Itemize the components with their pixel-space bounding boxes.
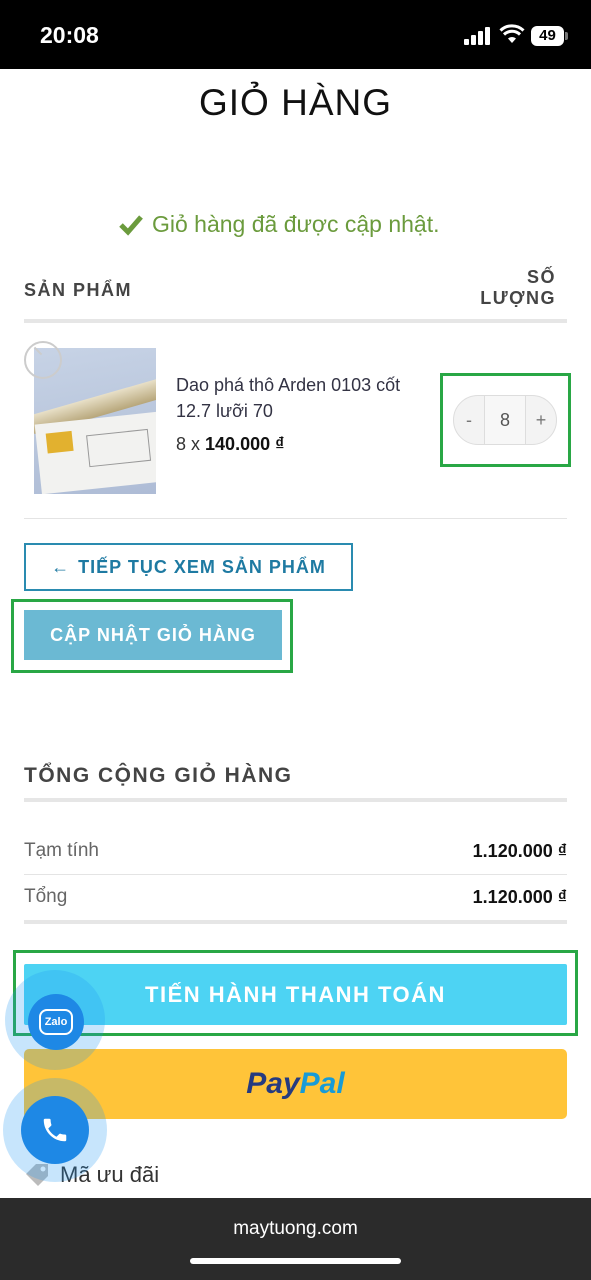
phone-icon [43,1118,67,1142]
column-header-quantity-line2: LƯỢNG [480,288,556,308]
cart-updated-notice: Giỏ hàng đã được cập nhật. [118,211,440,238]
paypal-logo-part1: Pay [246,1067,300,1100]
total-divider [24,920,567,924]
column-header-quantity: SỐ LƯỢNG [436,267,556,309]
address-bar-url[interactable]: maytuong.com [0,1218,591,1240]
check-icon [119,214,143,236]
product-price: 8 x 140.000 ₫ [176,434,284,455]
status-time: 20:08 [40,22,99,48]
column-header-product: SẢN PHẨM [24,280,133,300]
quantity-input[interactable]: 8 [484,396,526,444]
totals-divider [24,798,567,802]
product-unit-price: 140.000 ₫ [205,434,285,454]
paypal-logo-part2: Pal [299,1067,345,1100]
proceed-to-checkout-button[interactable]: TIẾN HÀNH THANH TOÁN [24,964,567,1025]
status-bar: 20:08 49 [0,0,591,69]
wifi-icon [499,24,525,43]
subtotal-value: 1.120.000 ₫ [472,841,567,861]
subtotal-divider [24,874,567,875]
product-qty-prefix: 8 x [176,434,201,454]
battery-icon: 49 [531,26,568,46]
cellular-signal-icon [464,27,492,45]
update-cart-button[interactable]: CẬP NHẬT GIỎ HÀNG [24,610,282,660]
cart-totals-title: TỔNG CỘNG GIỎ HÀNG [24,764,293,787]
quantity-stepper[interactable]: - 8 + [453,395,557,445]
total-value: 1.120.000 ₫ [472,887,567,907]
total-label: Tổng [24,886,68,907]
continue-shopping-label: TIẾP TỤC XEM SẢN PHẨM [78,556,326,577]
subtotal-label: Tạm tính [24,840,99,861]
header-divider [24,319,567,323]
product-name-link[interactable]: Dao phá thô Arden 0103 cốt 12.7 lưỡi 70 [176,372,426,424]
zalo-icon: Zalo [39,1009,73,1035]
paypal-button[interactable]: Pay Pal [24,1049,567,1119]
home-indicator[interactable] [190,1258,401,1264]
quantity-decrease-button[interactable]: - [454,396,484,444]
arrow-left-icon: ← [51,556,71,577]
item-divider [24,518,567,519]
remove-item-icon[interactable] [24,341,62,379]
call-button[interactable] [21,1096,89,1164]
page-title: GIỎ HÀNG [198,82,393,123]
zalo-chat-button[interactable]: Zalo [28,994,84,1050]
notice-text: Giỏ hàng đã được cập nhật. [152,211,440,237]
browser-bottom-bar: maytuong.com [0,1198,591,1280]
column-header-quantity-line1: SỐ [526,267,556,287]
continue-shopping-button[interactable]: ← TIẾP TỤC XEM SẢN PHẨM [24,543,353,591]
